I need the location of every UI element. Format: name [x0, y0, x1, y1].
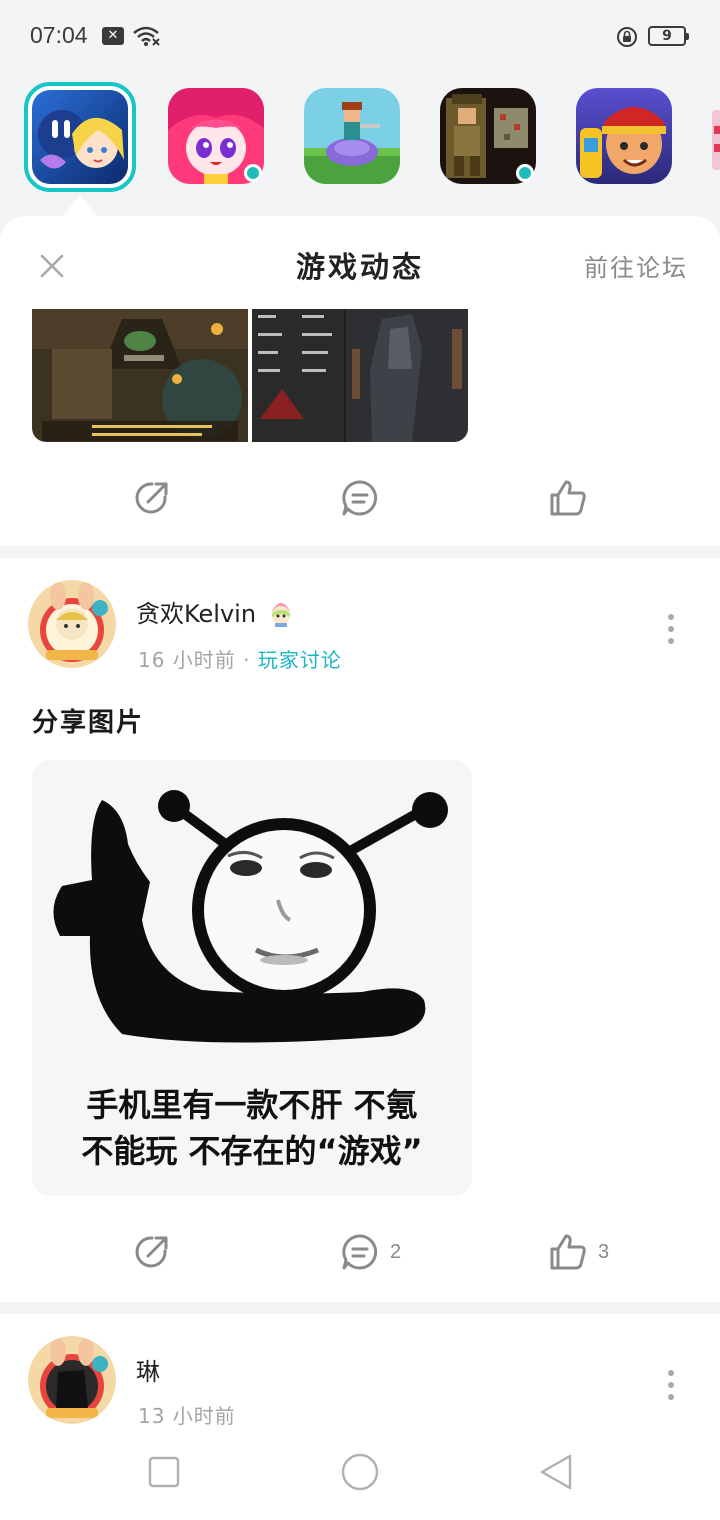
post-actions — [0, 474, 720, 534]
share-icon — [135, 1236, 168, 1268]
author-row: 琳 — [136, 1352, 160, 1387]
comment-icon — [342, 480, 378, 516]
post-actions: 2 3 — [0, 1228, 720, 1288]
post-screenshot[interactable] — [32, 309, 248, 442]
comment-count: 2 — [390, 1240, 402, 1263]
post-text: 分享图片 — [32, 708, 145, 738]
go-to-forum-link[interactable]: 前往论坛 — [584, 248, 688, 283]
sheet-header: 游戏动态 前往论坛 — [0, 216, 720, 306]
rotation-lock-icon — [617, 27, 637, 47]
game-feed-sheet: 游戏动态 前往论坛 贪欢Kelvin 16 小时前 · 玩家讨论 分享图片 手机… — [0, 216, 720, 1520]
back-icon[interactable] — [538, 1452, 574, 1492]
more-dot-icon — [668, 626, 674, 632]
recent-apps-icon[interactable] — [148, 1456, 180, 1488]
post-divider — [0, 546, 720, 558]
thumbs-up-icon — [550, 1234, 586, 1270]
game-icon-anime-girl-blue[interactable] — [24, 82, 136, 192]
like-count: 3 — [598, 1240, 610, 1263]
comment-icon — [342, 1234, 378, 1270]
post-meta: 16 小时前 · 玩家讨论 — [138, 644, 342, 673]
avatar[interactable] — [28, 1336, 116, 1424]
post-meta: 13 小时前 — [138, 1400, 236, 1429]
game-icon-partial[interactable] — [710, 110, 720, 170]
like-button[interactable] — [548, 474, 598, 522]
meme-caption-line-1: 手机里有一款不肝 不氪 — [86, 1086, 418, 1124]
comment-button[interactable] — [340, 474, 390, 522]
more-dot-icon — [668, 1394, 674, 1400]
meme-caption-line-2: 不能玩 不存在的“游戏” — [81, 1132, 423, 1170]
update-dot — [244, 164, 262, 182]
comment-button[interactable]: 2 — [340, 1228, 401, 1276]
game-icon-subway-surfers[interactable] — [576, 88, 672, 184]
wifi-icon — [133, 26, 160, 46]
selection-pointer — [62, 196, 98, 216]
post-time: 16 小时前 — [138, 648, 236, 672]
meme-caption: 手机里有一款不肝 不氪 不能玩 不存在的“游戏” — [32, 1082, 472, 1174]
battery-icon: 9 — [648, 26, 689, 46]
more-options-button[interactable] — [668, 614, 676, 650]
avatar[interactable] — [28, 580, 116, 668]
share-icon — [135, 482, 168, 514]
post-divider — [0, 1302, 720, 1314]
more-dot-icon — [668, 1370, 674, 1376]
author-row: 贪欢Kelvin — [136, 594, 296, 629]
author-badge-icon — [272, 602, 291, 627]
home-icon[interactable] — [340, 1452, 380, 1492]
game-icon-pixel-rider[interactable] — [304, 88, 400, 184]
more-dot-icon — [668, 1382, 674, 1388]
system-navigation-bar — [0, 1432, 720, 1520]
post-category-tag[interactable]: 玩家讨论 — [258, 648, 342, 672]
game-icons-row — [0, 82, 720, 192]
notification-x-icon: ✕ — [102, 27, 124, 45]
status-time: 07:04 — [30, 22, 88, 48]
share-button[interactable] — [132, 474, 172, 522]
author-name[interactable]: 贪欢Kelvin — [136, 594, 256, 629]
more-options-button[interactable] — [668, 1370, 676, 1406]
share-button[interactable] — [132, 1228, 172, 1276]
thumbs-up-icon — [550, 480, 586, 516]
post-screenshot[interactable] — [252, 309, 468, 442]
more-dot-icon — [668, 614, 674, 620]
meta-separator: · — [243, 648, 251, 672]
update-dot — [516, 164, 534, 182]
author-name[interactable]: 琳 — [136, 1352, 160, 1387]
status-bar: 07:04 ✕ 9 — [0, 0, 720, 76]
post-image[interactable]: 手机里有一款不肝 不氪 不能玩 不存在的“游戏” — [32, 760, 472, 1196]
post-time: 13 小时前 — [138, 1404, 236, 1428]
like-button[interactable]: 3 — [548, 1228, 609, 1276]
more-dot-icon — [668, 638, 674, 644]
